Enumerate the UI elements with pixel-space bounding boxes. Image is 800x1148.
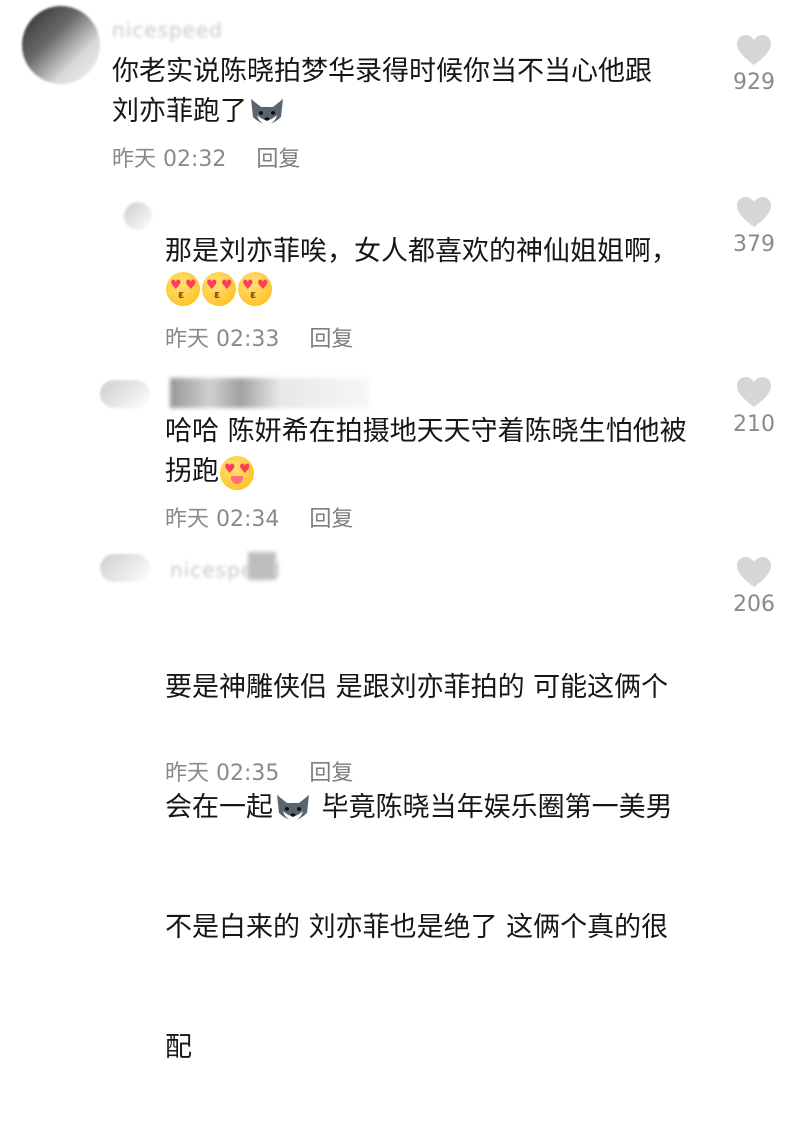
emoji-row: ♥ ♥ ɛ ♥ ♥ ɛ ♥ ♥ ɛ — [165, 272, 273, 306]
avatar[interactable] — [100, 554, 150, 582]
dog-emoji — [277, 794, 309, 821]
username[interactable]: nicespeed — [112, 18, 223, 42]
comment-text: 你老实说陈晓拍梦华录得时候你当不当心他跟 刘亦菲跑了 — [112, 52, 712, 132]
comment-meta: 昨天 02:35 回复 — [165, 755, 353, 787]
like-count: 929 — [733, 70, 775, 95]
reply-button[interactable]: 回复 — [256, 147, 300, 172]
timestamp: 昨天 02:35 — [165, 761, 280, 786]
comment-meta: 昨天 02:34 回复 — [165, 501, 353, 533]
like-button[interactable]: 379 — [724, 196, 784, 257]
reply-button[interactable]: 回复 — [309, 507, 353, 532]
heart-icon — [737, 557, 771, 587]
username-blurred[interactable] — [170, 378, 370, 408]
heart-icon — [737, 197, 771, 227]
avatar[interactable] — [100, 380, 150, 408]
heart-eyes-tongue-emoji: ♥ ♥ — [220, 455, 254, 490]
comment-text: 哈哈 陈妍希在拍摄地天天守着陈晓生怕他被 拐跑 ♥ ♥ — [165, 412, 725, 492]
avatar[interactable] — [22, 6, 100, 84]
dog-emoji — [251, 98, 283, 125]
timestamp: 昨天 02:34 — [165, 507, 280, 532]
avatar[interactable] — [124, 202, 152, 230]
comment-1: nicespeed 你老实说陈晓拍梦华录得时候你当不当心他跟 刘亦菲跑了 昨天 … — [0, 0, 800, 180]
username-blur-block — [248, 552, 276, 580]
like-button[interactable]: 210 — [724, 376, 784, 437]
comment-text: 要是神雕侠侣 是跟刘亦菲拍的 可能这俩个 会在一起 毕竟陈晓当年娱乐圈第一美男 … — [165, 672, 673, 1063]
like-button[interactable]: 206 — [724, 556, 784, 617]
comment-meta: 昨天 02:33 回复 — [165, 321, 353, 353]
timestamp: 昨天 02:32 — [112, 147, 227, 172]
heart-icon — [737, 35, 771, 65]
like-button[interactable]: 929 — [724, 34, 784, 95]
reply-button[interactable]: 回复 — [309, 327, 353, 352]
comment-text: 那是刘亦菲唉，女人都喜欢的神仙姐姐啊， — [165, 236, 678, 267]
comment-3: 哈哈 陈妍希在拍摄地天天守着陈晓生怕他被 拐跑 ♥ ♥ 昨天 02:34 回复 210 — [0, 360, 800, 540]
like-count: 206 — [733, 592, 775, 617]
heart-eyes-kiss-emoji: ♥ ♥ ɛ — [202, 272, 236, 306]
like-count: 379 — [733, 232, 775, 257]
heart-eyes-kiss-emoji: ♥ ♥ ɛ — [166, 272, 200, 306]
heart-eyes-kiss-emoji: ♥ ♥ ɛ — [238, 272, 272, 306]
comment-4: nicespeed 要是神雕侠侣 是跟刘亦菲拍的 可能这俩个 会在一起 毕竟陈晓… — [0, 540, 800, 1063]
comment-2: 那是刘亦菲唉，女人都喜欢的神仙姐姐啊， ♥ ♥ ɛ ♥ ♥ ɛ ♥ ♥ ɛ 昨天 02:33 回复… — [0, 180, 800, 360]
heart-icon — [737, 377, 771, 407]
timestamp: 昨天 02:33 — [165, 327, 280, 352]
like-count: 210 — [733, 412, 775, 437]
comment-meta: 昨天 02:32 回复 — [112, 141, 300, 173]
reply-button[interactable]: 回复 — [309, 761, 353, 786]
